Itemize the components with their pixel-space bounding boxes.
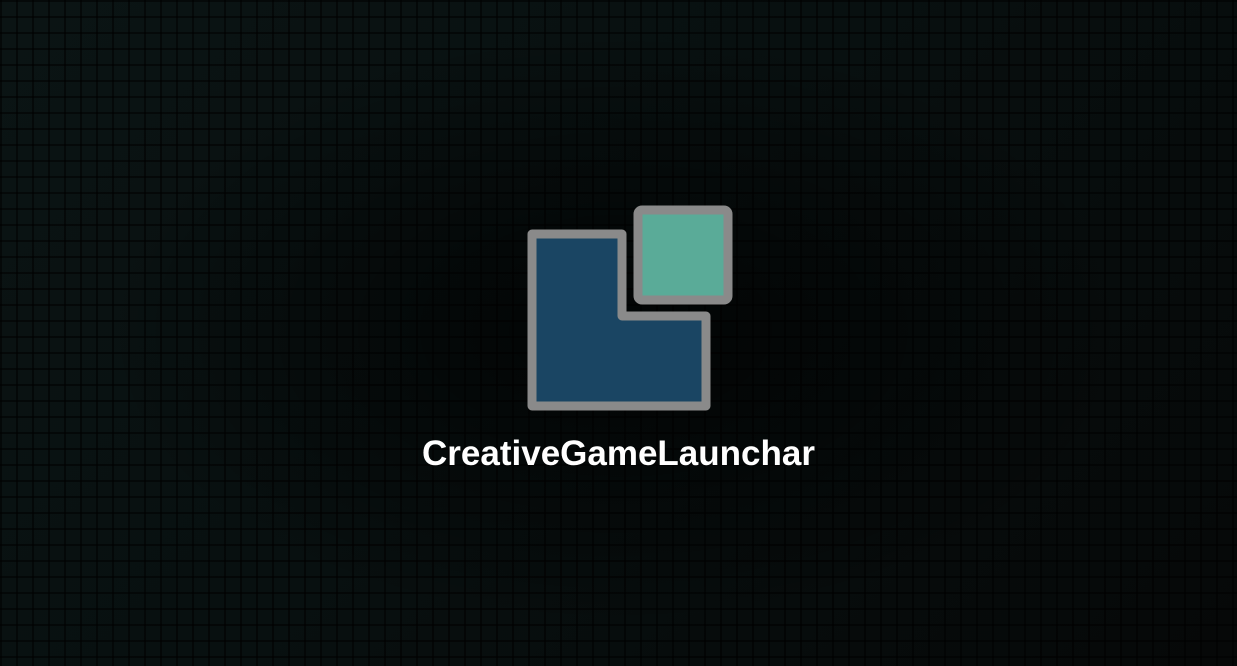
logo-square [633, 205, 733, 305]
app-title: CreativeGameLaunchar [422, 434, 815, 473]
launcher-logo-icon [526, 204, 736, 414]
splash-screen: CreativeGameLaunchar [0, 0, 1237, 666]
